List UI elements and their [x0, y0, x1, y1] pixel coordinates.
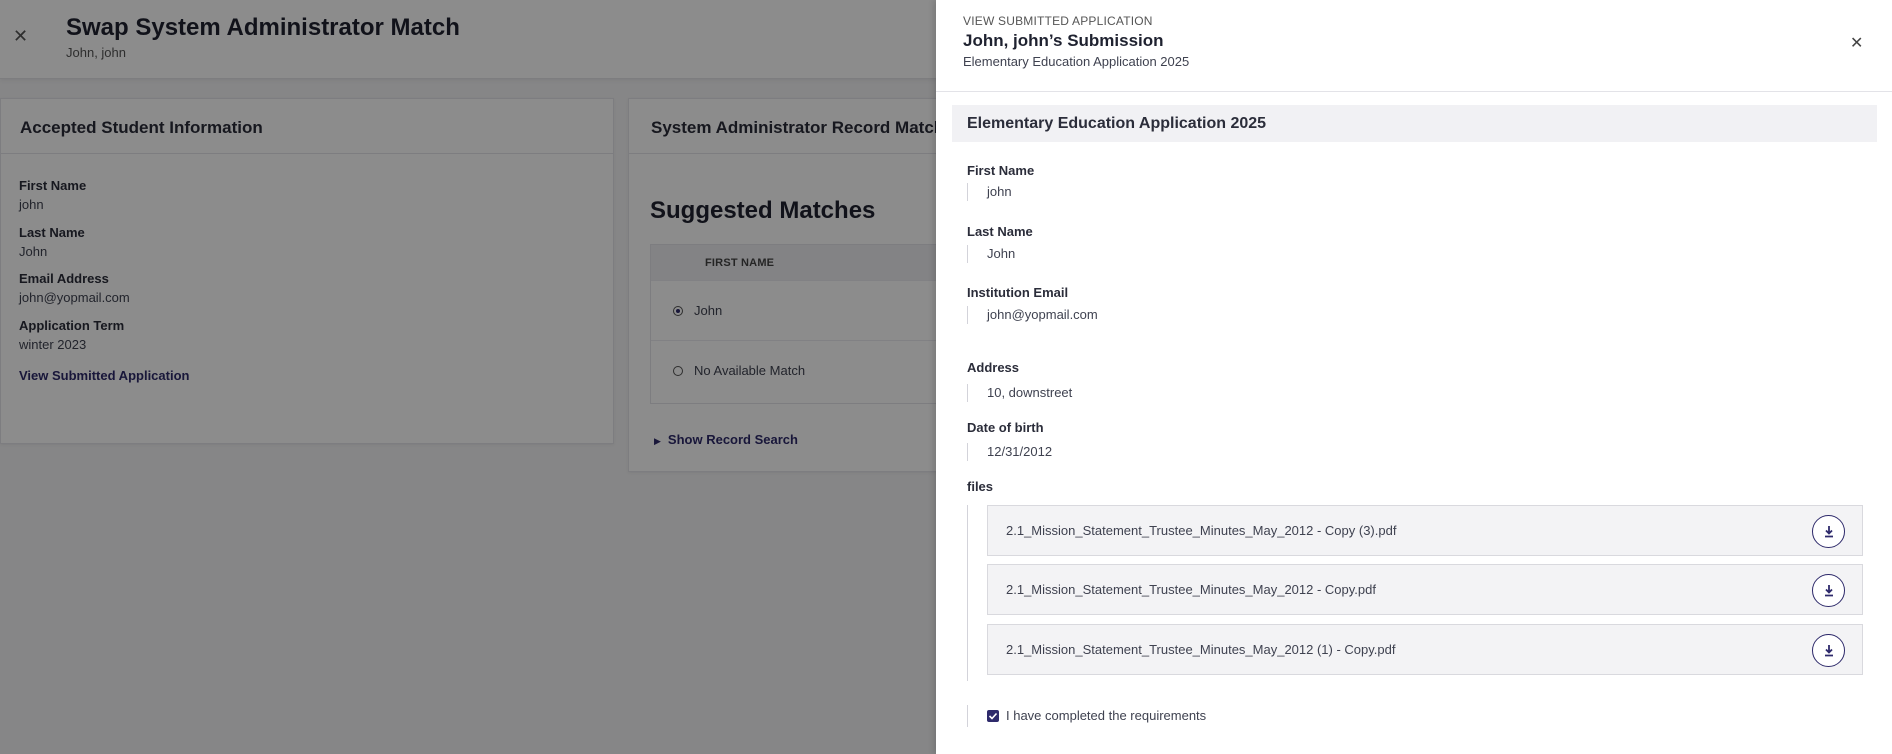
section-title: Elementary Education Application 2025: [967, 115, 1267, 132]
files-group: [967, 505, 968, 681]
drawer-subtitle: Elementary Education Application 2025: [963, 54, 1190, 69]
download-icon: [1825, 645, 1833, 657]
checkmark-icon: [988, 712, 998, 720]
file-name: 2.1_Mission_Statement_Trustee_Minutes_Ma…: [1006, 523, 1397, 538]
file-item: 2.1_Mission_Statement_Trustee_Minutes_Ma…: [987, 505, 1863, 556]
field-value-date-of-birth: 12/31/2012: [967, 443, 1052, 461]
drawer-title: John, john’s Submission: [963, 31, 1164, 50]
section-header: Elementary Education Application 2025: [952, 105, 1877, 142]
download-button[interactable]: [1812, 574, 1845, 607]
field-value-first-name: john: [967, 183, 1012, 201]
file-item: 2.1_Mission_Statement_Trustee_Minutes_Ma…: [987, 624, 1863, 675]
requirements-group: [967, 705, 968, 727]
drawer-header: VIEW SUBMITTED APPLICATION John, john’s …: [936, 0, 1892, 92]
field-label-date-of-birth: Date of birth: [967, 420, 1044, 435]
field-label-first-name: First Name: [967, 163, 1035, 178]
field-label-institution-email: Institution Email: [967, 285, 1069, 300]
requirements-label: I have completed the requirements: [1006, 708, 1207, 723]
drawer-kicker: VIEW SUBMITTED APPLICATION: [963, 14, 1153, 28]
field-value-last-name: John: [967, 245, 1015, 263]
file-name: 2.1_Mission_Statement_Trustee_Minutes_Ma…: [1006, 642, 1396, 657]
submission-drawer: VIEW SUBMITTED APPLICATION John, john’s …: [936, 0, 1892, 754]
field-value-address: 10, downstreet: [967, 384, 1072, 402]
file-name: 2.1_Mission_Statement_Trustee_Minutes_Ma…: [1006, 582, 1376, 597]
download-button[interactable]: [1812, 515, 1845, 548]
download-button[interactable]: [1812, 634, 1845, 667]
download-icon: [1825, 526, 1833, 538]
field-label-last-name: Last Name: [967, 224, 1033, 239]
field-label-address: Address: [967, 360, 1020, 375]
file-item: 2.1_Mission_Statement_Trustee_Minutes_Ma…: [987, 564, 1863, 615]
download-icon: [1825, 585, 1833, 597]
field-value-institution-email: john@yopmail.com: [967, 306, 1098, 324]
requirements-checkbox[interactable]: [987, 710, 999, 722]
field-label-files: files: [967, 479, 994, 494]
close-icon[interactable]: ✕: [1850, 33, 1863, 53]
